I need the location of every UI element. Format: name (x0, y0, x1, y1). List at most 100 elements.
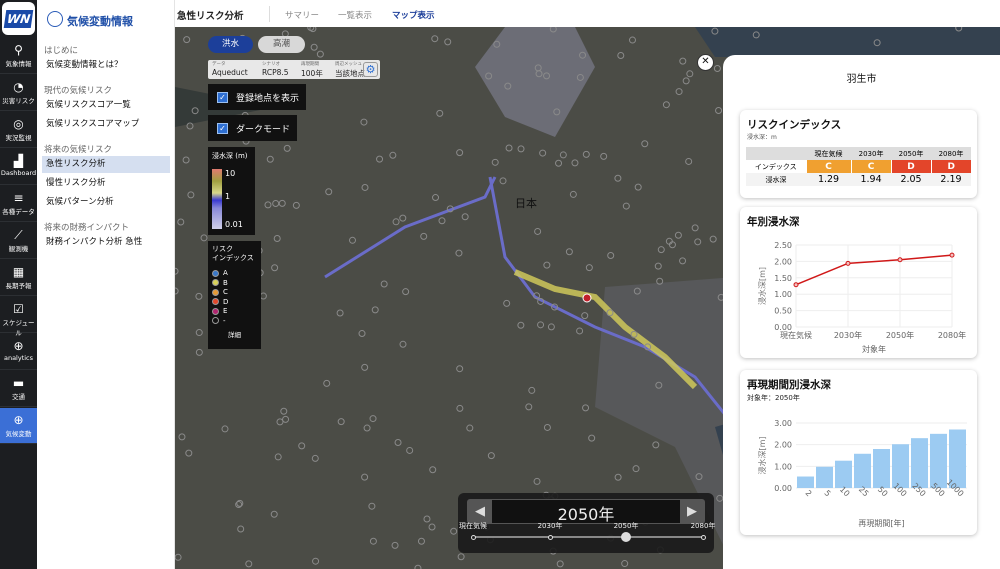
registered-location-marker[interactable] (311, 454, 319, 462)
registered-location-marker[interactable] (654, 262, 662, 270)
scenario-info-bar[interactable]: データ Aqueduct シナリオ RCP8.5 再現期間 100年 周辺メッシュ 当該… (208, 60, 380, 79)
timeline-stop-label[interactable]: 2050年 (606, 521, 646, 531)
rail-item-4[interactable]: ≡ 各種データ (0, 186, 37, 222)
registered-location-marker[interactable] (641, 140, 649, 148)
registered-location-marker[interactable] (276, 418, 284, 426)
registered-location-marker[interactable] (177, 218, 185, 226)
registered-location-marker[interactable] (622, 202, 630, 210)
registered-location-marker[interactable] (634, 183, 642, 191)
registered-location-marker[interactable] (274, 453, 282, 461)
registered-location-marker[interactable] (431, 35, 439, 43)
rail-item-1[interactable]: ◔ 災害リスク (0, 75, 37, 111)
registered-location-marker[interactable] (420, 232, 428, 240)
registered-location-marker[interactable] (325, 188, 333, 196)
next-year-button[interactable]: ▶ (680, 500, 704, 523)
registered-location-marker[interactable] (525, 403, 533, 411)
registered-location-marker[interactable] (621, 560, 629, 568)
registered-location-marker[interactable] (310, 43, 318, 51)
registered-location-marker[interactable] (392, 218, 400, 226)
registered-location-marker[interactable] (617, 52, 625, 60)
registered-location-marker[interactable] (456, 404, 464, 412)
registered-location-marker[interactable] (414, 564, 422, 569)
submenu-item[interactable]: 気候リスクスコアマップ (42, 116, 170, 133)
registered-location-marker[interactable] (628, 36, 636, 44)
timeline-stop[interactable] (547, 534, 553, 540)
registered-location-marker[interactable] (600, 152, 608, 160)
registered-location-marker[interactable] (270, 510, 278, 518)
registered-location-marker[interactable] (349, 236, 357, 244)
registered-location-marker[interactable] (264, 201, 272, 209)
registered-location-marker[interactable] (185, 449, 193, 457)
registered-location-marker[interactable] (674, 231, 682, 239)
rail-item-7[interactable]: ☑ スケジュール (0, 297, 37, 337)
registered-location-marker[interactable] (581, 312, 589, 320)
registered-location-marker[interactable] (394, 439, 402, 447)
rail-item-3[interactable]: ▟ Dashboard (0, 149, 37, 185)
registered-location-marker[interactable] (406, 446, 414, 454)
registered-location-marker[interactable] (298, 442, 306, 450)
registered-location-marker[interactable] (539, 149, 547, 157)
registered-location-marker[interactable] (528, 386, 536, 394)
registered-location-marker[interactable] (245, 560, 253, 568)
rail-item-10[interactable]: ⊕ 気候変動 (0, 408, 37, 444)
registered-location-marker[interactable] (543, 423, 551, 431)
registered-location-marker[interactable] (417, 537, 425, 545)
registered-location-marker[interactable] (361, 363, 369, 371)
timeline-stop-label[interactable]: 現在気候 (453, 521, 493, 531)
registered-location-marker[interactable] (614, 473, 622, 481)
registered-location-marker[interactable] (221, 425, 229, 433)
rail-item-6[interactable]: ▦ 長期予報 (0, 260, 37, 296)
registered-location-marker[interactable] (283, 144, 291, 152)
registered-location-marker[interactable] (685, 157, 693, 165)
tab-map[interactable]: マップ表示 (388, 9, 438, 29)
registered-location-marker[interactable] (503, 299, 511, 307)
registered-location-marker[interactable] (183, 36, 191, 44)
registered-location-marker[interactable] (543, 261, 551, 269)
registered-location-marker[interactable] (682, 77, 690, 85)
registered-location-marker[interactable] (585, 264, 593, 272)
rail-item-0[interactable]: ⚲ 気象情報 (0, 38, 37, 74)
registered-location-marker[interactable] (571, 159, 579, 167)
registered-location-marker[interactable] (444, 38, 452, 46)
registered-location-marker[interactable] (423, 515, 431, 523)
registered-location-marker[interactable] (187, 191, 195, 199)
registered-location-marker[interactable] (292, 201, 300, 209)
registered-location-marker[interactable] (182, 156, 190, 164)
registered-location-marker[interactable] (713, 65, 721, 73)
registered-location-marker[interactable] (438, 217, 446, 225)
registered-location-marker[interactable] (533, 477, 541, 485)
registered-location-marker[interactable] (694, 238, 702, 246)
rail-item-2[interactable]: ◎ 実況監視 (0, 112, 37, 148)
registered-location-marker[interactable] (389, 151, 397, 159)
registered-location-marker[interactable] (436, 109, 444, 117)
registered-location-marker[interactable] (657, 246, 665, 254)
registered-location-marker[interactable] (569, 190, 577, 198)
registered-location-marker[interactable] (534, 227, 542, 235)
registered-location-marker[interactable] (312, 557, 320, 565)
timeline-stop[interactable] (700, 534, 706, 540)
timeline-handle[interactable] (621, 532, 631, 542)
registered-location-marker[interactable] (273, 235, 281, 243)
timeline-stop[interactable] (470, 534, 476, 540)
registered-location-marker[interactable] (576, 327, 584, 335)
registered-location-marker[interactable] (582, 404, 590, 412)
registered-location-marker[interactable] (582, 150, 590, 158)
registered-location-marker[interactable] (336, 309, 344, 317)
registered-location-marker[interactable] (686, 70, 694, 78)
registered-location-marker[interactable] (675, 88, 683, 96)
registered-location-marker[interactable] (537, 321, 545, 329)
registered-location-marker[interactable] (455, 249, 463, 257)
registered-location-marker[interactable] (555, 159, 563, 167)
registered-location-marker[interactable] (491, 158, 499, 166)
registered-location-marker[interactable] (457, 553, 465, 561)
registered-location-marker[interactable] (715, 107, 723, 115)
timeline-stop-label[interactable]: 2030年 (530, 521, 570, 531)
prev-year-button[interactable]: ◀ (468, 500, 492, 523)
registered-location-marker[interactable] (402, 288, 410, 296)
registered-location-marker[interactable] (271, 264, 279, 272)
settings-gear-icon[interactable]: ⚙ (363, 62, 378, 77)
registered-location-marker[interactable] (691, 224, 699, 232)
submenu-item[interactable]: 慢性リスク分析 (42, 175, 170, 192)
close-panel-button[interactable]: ✕ (697, 54, 714, 71)
registered-location-marker[interactable] (323, 379, 331, 387)
